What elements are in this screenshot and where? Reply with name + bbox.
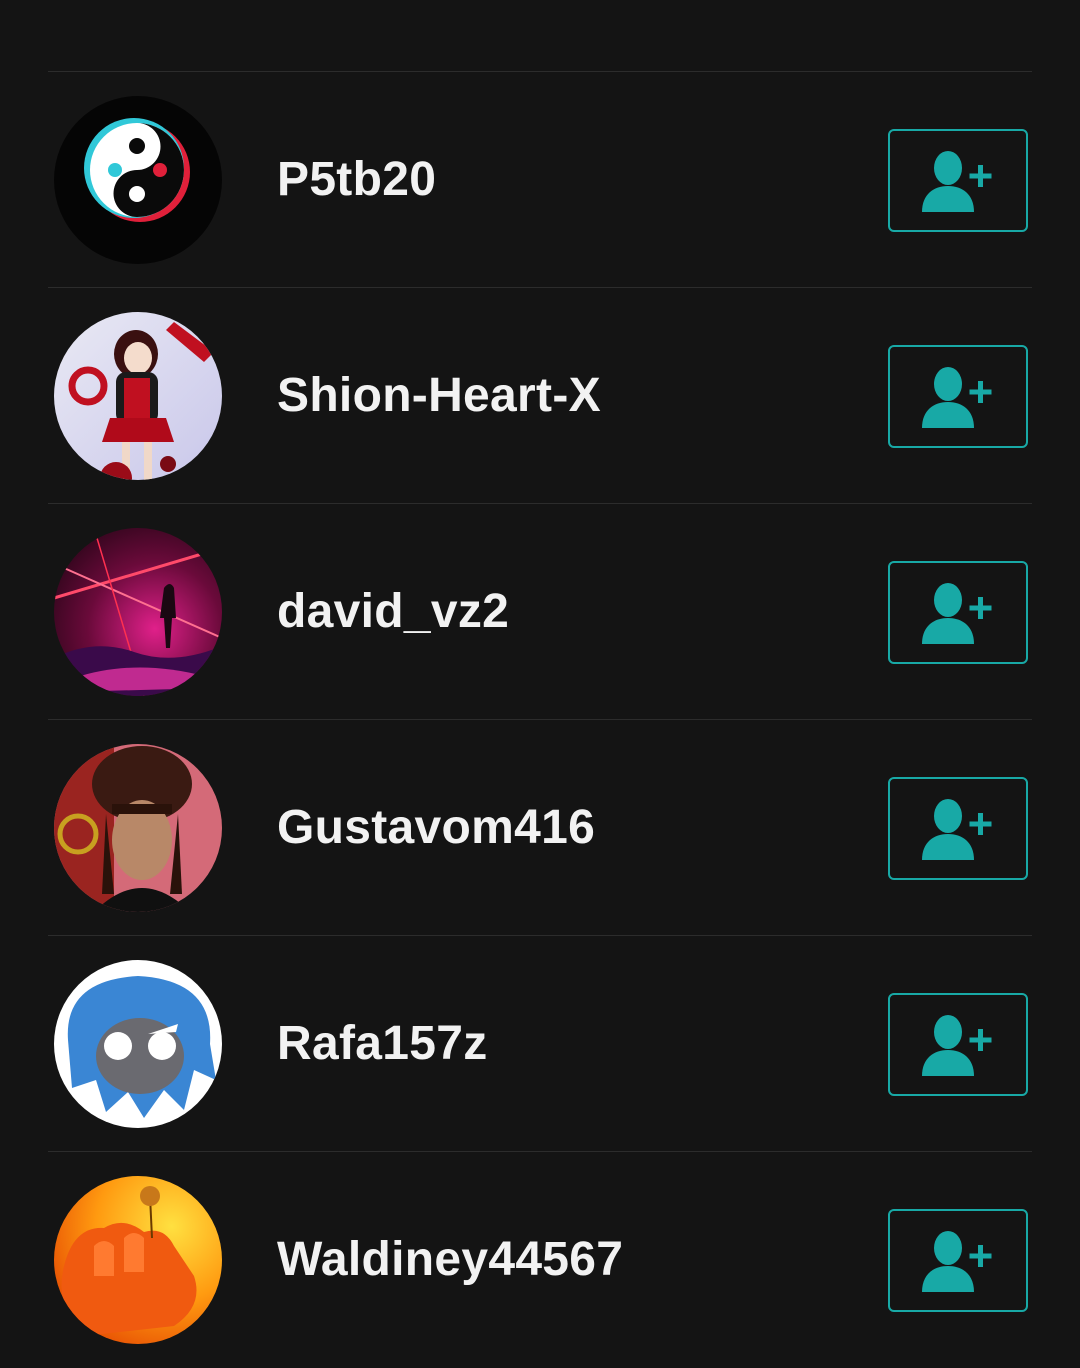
list-item[interactable]: david_vz2	[0, 504, 1080, 720]
follow-button[interactable]	[888, 345, 1028, 448]
user-list: P5tb20 Shion-Heart-X david_vz2 Gustavom4…	[0, 0, 1080, 1368]
list-item[interactable]: Gustavom416	[0, 720, 1080, 936]
follow-button[interactable]	[888, 777, 1028, 880]
add-user-icon	[922, 150, 992, 212]
add-user-icon	[922, 582, 992, 644]
neon-scene-avatar-image	[54, 528, 222, 696]
avatar[interactable]	[54, 96, 222, 264]
cartoon-face-avatar-image	[54, 960, 222, 1128]
avatar[interactable]	[54, 960, 222, 1128]
add-user-icon	[922, 1014, 992, 1076]
yin-yang-avatar-image	[54, 96, 222, 264]
username[interactable]: Gustavom416	[277, 720, 595, 936]
username[interactable]: Shion-Heart-X	[277, 288, 601, 504]
list-item[interactable]: Shion-Heart-X	[0, 288, 1080, 504]
list-item[interactable]: Waldiney44567	[0, 1152, 1080, 1368]
follow-button[interactable]	[888, 993, 1028, 1096]
list-item[interactable]: P5tb20	[0, 72, 1080, 288]
username[interactable]: P5tb20	[277, 72, 436, 288]
username[interactable]: Rafa157z	[277, 936, 488, 1152]
hand-flower-avatar-image	[54, 1176, 222, 1344]
follow-button[interactable]	[888, 561, 1028, 664]
add-user-icon	[922, 1230, 992, 1292]
username[interactable]: Waldiney44567	[277, 1152, 623, 1368]
follow-button[interactable]	[888, 1209, 1028, 1312]
list-item[interactable]: Rafa157z	[0, 936, 1080, 1152]
add-user-icon	[922, 798, 992, 860]
avatar[interactable]	[54, 744, 222, 912]
avatar[interactable]	[54, 1176, 222, 1344]
avatar[interactable]	[54, 312, 222, 480]
person-photo-avatar-image	[54, 744, 222, 912]
list-item[interactable]	[0, 0, 1080, 72]
username[interactable]: david_vz2	[277, 504, 509, 720]
anime-character-avatar-image	[54, 312, 222, 480]
add-user-icon	[922, 366, 992, 428]
follow-button[interactable]	[888, 129, 1028, 232]
avatar[interactable]	[54, 528, 222, 696]
